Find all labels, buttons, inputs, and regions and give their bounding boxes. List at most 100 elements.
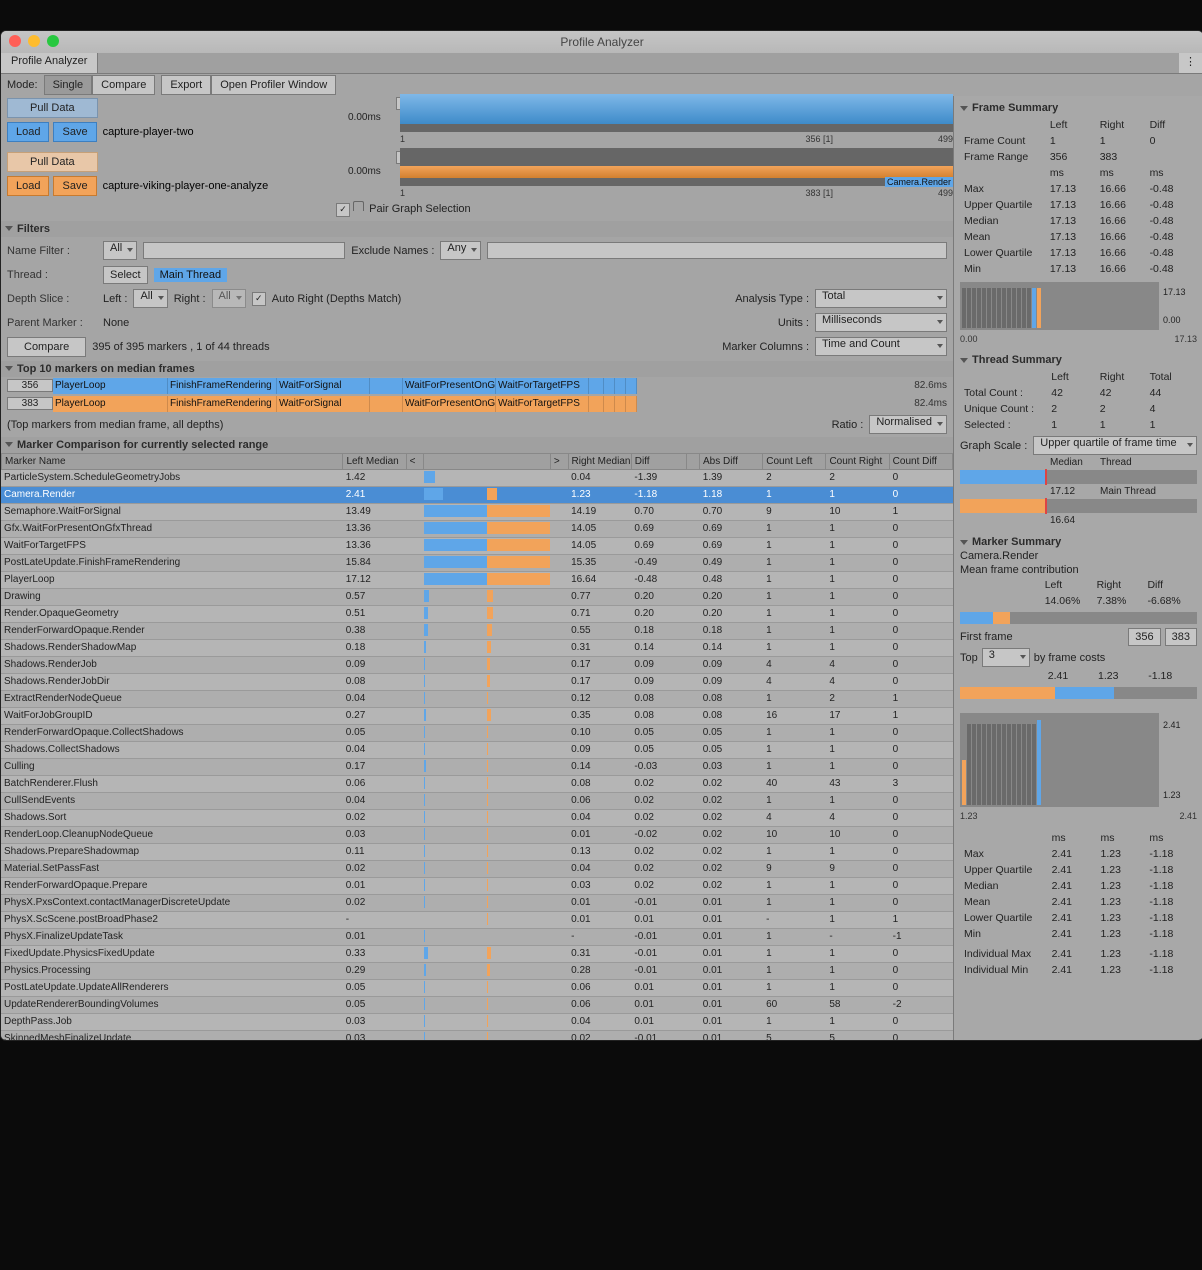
column-header[interactable] <box>424 453 550 469</box>
table-row[interactable]: Physics.Processing0.290.28-0.010.01110 <box>1 962 953 979</box>
table-row[interactable]: Camera.Render2.411.23-1.181.18110 <box>1 486 953 503</box>
compare-button[interactable]: Compare <box>7 337 86 357</box>
name-filter-mode[interactable]: All <box>103 241 137 260</box>
name-filter-input[interactable] <box>143 242 345 259</box>
top10-segment[interactable]: WaitForSignal <box>277 378 370 394</box>
table-row[interactable]: Gfx.WaitForPresentOnGfxThread13.3614.050… <box>1 520 953 537</box>
table-row[interactable]: Shadows.PrepareShadowmap0.110.130.020.02… <box>1 843 953 860</box>
table-row[interactable]: Semaphore.WaitForSignal13.4914.190.700.7… <box>1 503 953 520</box>
save-a-button[interactable]: Save <box>53 122 96 142</box>
pair-graph-checkbox[interactable]: ✓ <box>336 203 350 217</box>
table-row[interactable]: PhysX.FinalizeUpdateTask0.01--0.010.011-… <box>1 928 953 945</box>
analysis-type-dropdown[interactable]: Total <box>815 289 947 308</box>
table-row[interactable]: PhysX.ScScene.postBroadPhase2-0.010.010.… <box>1 911 953 928</box>
depth-left-dropdown[interactable]: All <box>133 289 167 308</box>
column-header[interactable]: Marker Name <box>2 453 343 469</box>
top10-segment[interactable] <box>604 378 615 394</box>
top10-segment[interactable]: WaitForTargetFPS <box>496 378 589 394</box>
top10-segment[interactable] <box>370 378 403 394</box>
capture-a-name[interactable] <box>101 125 285 139</box>
column-header[interactable]: Diff <box>631 453 687 469</box>
table-row[interactable]: Drawing0.570.770.200.20110 <box>1 588 953 605</box>
column-header[interactable] <box>687 453 700 469</box>
table-row[interactable]: WaitForJobGroupID0.270.350.080.0816171 <box>1 707 953 724</box>
top10-segment[interactable]: WaitForPresentOnGfxThread <box>403 378 496 394</box>
ratio-dropdown[interactable]: Normalised <box>869 415 947 434</box>
frame-graph-a[interactable]: 1 356 [1] 499 <box>400 94 953 132</box>
column-header[interactable]: Abs Diff <box>700 453 763 469</box>
top10-segment[interactable]: FinishFrameRendering <box>168 396 277 412</box>
top10-segment[interactable]: WaitForPresentOnGfxThread <box>403 396 496 412</box>
column-header[interactable]: Count Diff <box>889 453 952 469</box>
table-row[interactable]: RenderLoop.CleanupNodeQueue0.030.01-0.02… <box>1 826 953 843</box>
table-row[interactable]: Material.SetPassFast0.020.040.020.02990 <box>1 860 953 877</box>
table-row[interactable]: RenderForwardOpaque.Prepare0.010.030.020… <box>1 877 953 894</box>
table-row[interactable]: UpdateRendererBoundingVolumes0.050.060.0… <box>1 996 953 1013</box>
top10-segment[interactable]: WaitForTargetFPS <box>496 396 589 412</box>
marker-cols-dropdown[interactable]: Time and Count <box>815 337 947 356</box>
column-header[interactable]: Count Right <box>826 453 889 469</box>
frame-summary-header[interactable]: Frame Summary <box>960 100 1197 116</box>
top10-row-a[interactable]: 356PlayerLoopFinishFrameRenderingWaitFor… <box>7 377 947 395</box>
auto-right-checkbox[interactable]: ✓ <box>252 292 266 306</box>
thread-chip-main[interactable]: Main Thread <box>154 268 228 282</box>
top10-segment[interactable] <box>589 396 604 412</box>
table-row[interactable]: FixedUpdate.PhysicsFixedUpdate0.330.31-0… <box>1 945 953 962</box>
top-n-dropdown[interactable]: 3 <box>982 648 1030 667</box>
load-a-button[interactable]: Load <box>7 122 49 142</box>
table-row[interactable]: Render.OpaqueGeometry0.510.710.200.20110 <box>1 605 953 622</box>
table-row[interactable]: PostLateUpdate.UpdateAllRenderers0.050.0… <box>1 979 953 996</box>
table-row[interactable]: RenderForwardOpaque.Render0.380.550.180.… <box>1 622 953 639</box>
top10-segment[interactable]: WaitForSignal <box>277 396 370 412</box>
top10-segment[interactable] <box>604 396 615 412</box>
first-frame-b-button[interactable]: 383 <box>1165 628 1197 646</box>
top10-segment[interactable]: FinishFrameRendering <box>168 378 277 394</box>
close-icon[interactable] <box>9 35 21 47</box>
top10-segment[interactable] <box>615 378 626 394</box>
tab-menu-icon[interactable]: ⋮ <box>1179 53 1202 73</box>
top10-row-b[interactable]: 383PlayerLoopFinishFrameRenderingWaitFor… <box>7 395 947 413</box>
camera-render-tag[interactable]: Camera.Render <box>885 177 953 187</box>
pull-data-b-button[interactable]: Pull Data <box>7 152 98 172</box>
table-row[interactable]: PostLateUpdate.FinishFrameRendering15.84… <box>1 554 953 571</box>
filters-header[interactable]: Filters <box>1 221 953 237</box>
column-header[interactable]: Right Median <box>568 453 631 469</box>
column-header[interactable]: Count Left <box>763 453 826 469</box>
pull-data-a-button[interactable]: Pull Data <box>7 98 98 118</box>
tab-profile-analyzer[interactable]: Profile Analyzer <box>1 53 98 73</box>
export-button[interactable]: Export <box>161 75 211 95</box>
table-row[interactable]: CullSendEvents0.040.060.020.02110 <box>1 792 953 809</box>
open-profiler-button[interactable]: Open Profiler Window <box>211 75 336 95</box>
table-row[interactable]: SkinnedMeshFinalizeUpdate0.030.02-0.010.… <box>1 1030 953 1040</box>
top10-segment[interactable] <box>589 378 604 394</box>
top10-header[interactable]: Top 10 markers on median frames <box>1 361 953 377</box>
table-row[interactable]: WaitForTargetFPS13.3614.050.690.69110 <box>1 537 953 554</box>
table-row[interactable]: Shadows.RenderJobDir0.080.170.090.09440 <box>1 673 953 690</box>
top10-segment[interactable] <box>626 378 637 394</box>
table-row[interactable]: RenderForwardOpaque.CollectShadows0.050.… <box>1 724 953 741</box>
table-row[interactable]: DepthPass.Job0.030.040.010.01110 <box>1 1013 953 1030</box>
load-b-button[interactable]: Load <box>7 176 49 196</box>
table-row[interactable]: Shadows.Sort0.020.040.020.02440 <box>1 809 953 826</box>
column-header[interactable]: Left Median <box>343 453 406 469</box>
thread-summary-header[interactable]: Thread Summary <box>960 352 1197 368</box>
marker-summary-header[interactable]: Marker Summary <box>960 534 1197 550</box>
table-row[interactable]: Culling0.170.14-0.030.03110 <box>1 758 953 775</box>
column-header[interactable]: < <box>406 453 424 469</box>
frame-badge[interactable]: 383 <box>7 397 53 410</box>
top10-segment[interactable]: PlayerLoop <box>53 378 168 394</box>
mode-compare-button[interactable]: Compare <box>92 75 155 95</box>
graph-scale-dropdown[interactable]: Upper quartile of frame time <box>1033 436 1197 455</box>
frame-badge[interactable]: 356 <box>7 379 53 392</box>
table-row[interactable]: Shadows.CollectShadows0.040.090.050.0511… <box>1 741 953 758</box>
exclude-input[interactable] <box>487 242 947 259</box>
titlebar[interactable]: Profile Analyzer <box>1 31 1202 53</box>
top10-segment[interactable]: PlayerLoop <box>53 396 168 412</box>
column-header[interactable]: > <box>550 453 568 469</box>
table-row[interactable]: Shadows.RenderJob0.090.170.090.09440 <box>1 656 953 673</box>
top10-segment[interactable] <box>615 396 626 412</box>
frame-graph-b[interactable]: 1 383 [1] 499 Camera.Render <box>400 148 953 186</box>
table-row[interactable]: Shadows.RenderShadowMap0.180.310.140.141… <box>1 639 953 656</box>
table-row[interactable]: BatchRenderer.Flush0.060.080.020.0240433 <box>1 775 953 792</box>
zoom-icon[interactable] <box>47 35 59 47</box>
